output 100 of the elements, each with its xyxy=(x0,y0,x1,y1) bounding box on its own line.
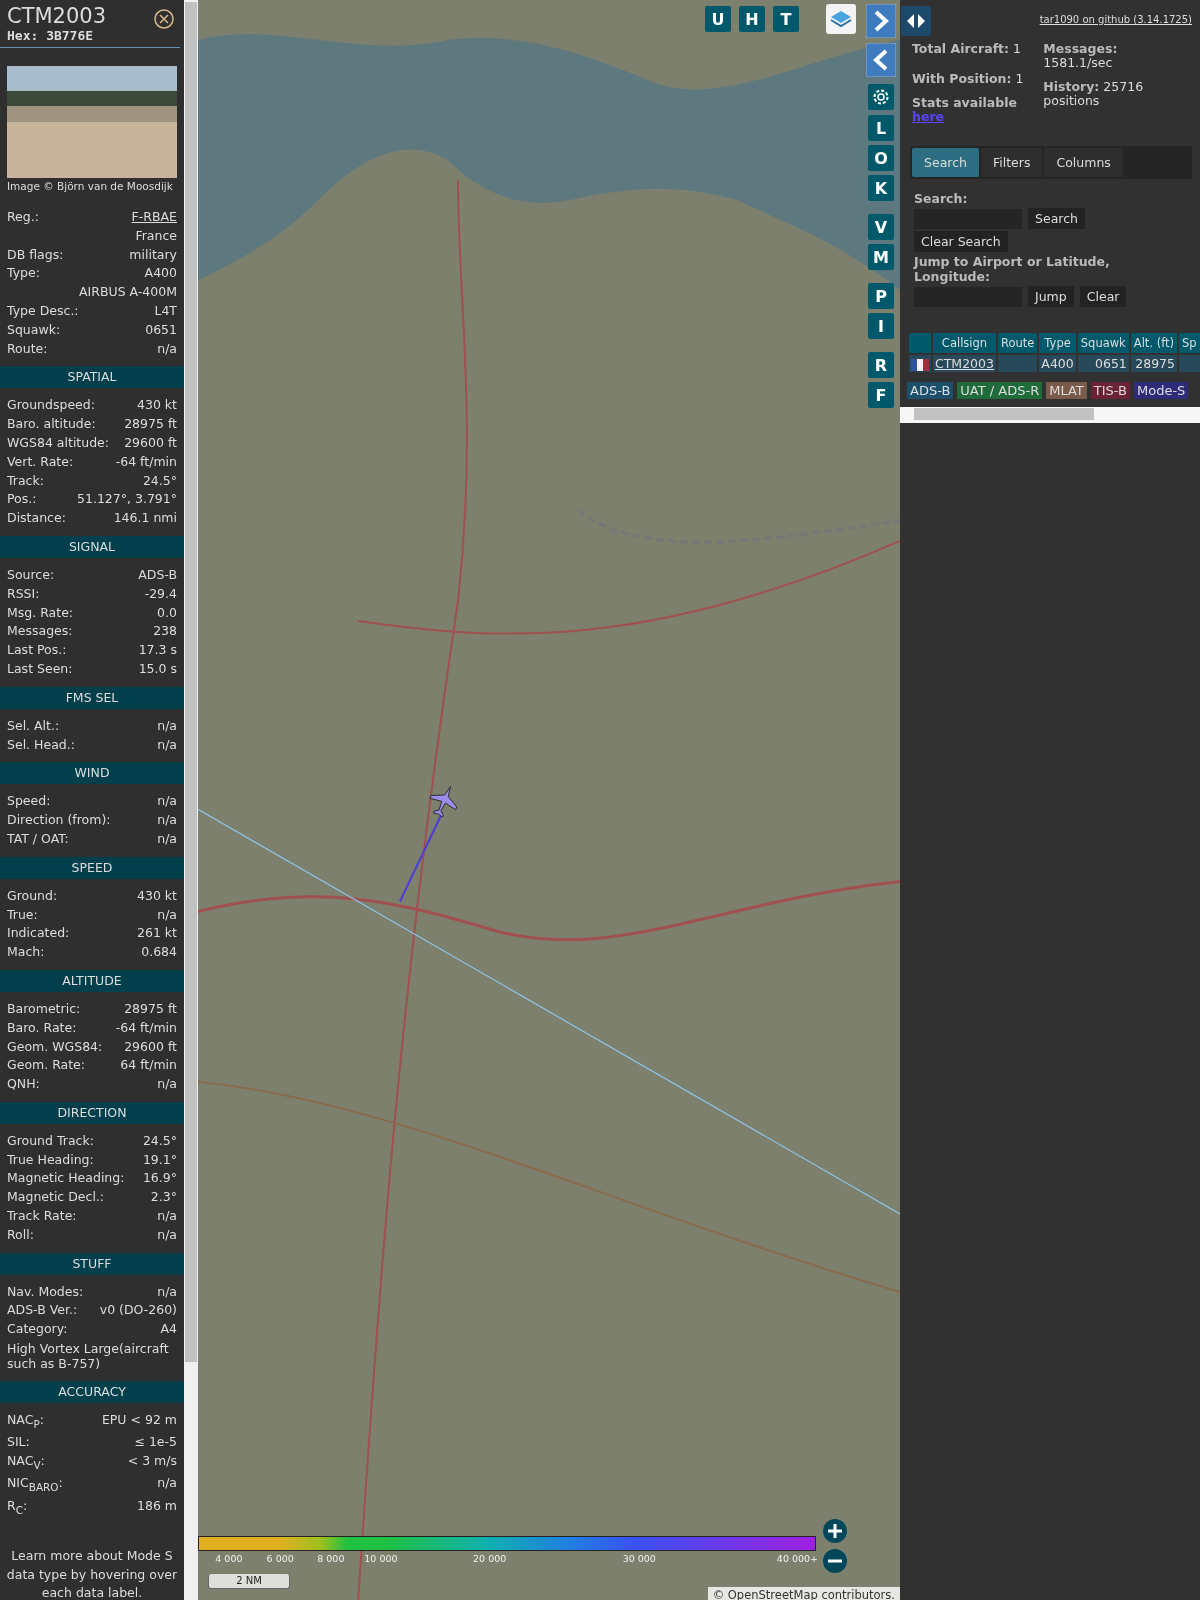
field-value: 28975 ft xyxy=(124,415,177,434)
field-label: NAC$_{V}$: xyxy=(7,1452,45,1473)
field-value: -29.4 xyxy=(144,584,177,603)
jump-button[interactable]: Jump xyxy=(1028,286,1074,307)
altitude-legend-label: 20 000 xyxy=(473,1553,507,1564)
section-header: SPATIAL xyxy=(0,366,184,389)
field-label: Nav. Modes: xyxy=(7,1282,84,1301)
field-label: Type Desc.: xyxy=(7,302,79,320)
registration-link[interactable]: F-RBAE xyxy=(131,208,177,227)
field-value: 19.1° xyxy=(142,1150,177,1169)
hex-code: Hex: 3B776E xyxy=(7,28,95,43)
field-label: Messages: xyxy=(7,622,73,641)
field-value: 28975 ft xyxy=(124,999,177,1018)
field-value: n/a xyxy=(157,1282,177,1301)
source-tag: TIS-B xyxy=(1090,382,1130,399)
column-header[interactable]: Sp xyxy=(1179,333,1200,353)
field-value: 430 kt xyxy=(137,886,177,905)
github-link[interactable]: tar1090 on github (3.14.1725) xyxy=(1039,14,1192,25)
chevron-left-icon[interactable] xyxy=(866,43,896,77)
column-header[interactable]: Callsign xyxy=(933,333,996,353)
clear-search-button[interactable]: Clear Search xyxy=(914,231,1008,252)
field-label: Ground: xyxy=(7,886,58,905)
vertical-scrollbar[interactable] xyxy=(184,0,198,1600)
field-value: n/a xyxy=(157,1207,177,1226)
column-header[interactable]: Type xyxy=(1039,333,1076,353)
field-value: A4 xyxy=(160,1320,177,1339)
chevron-right-icon[interactable] xyxy=(866,4,896,38)
map-layer-button[interactable]: O xyxy=(868,145,894,171)
zoom-out-icon[interactable] xyxy=(822,1548,848,1574)
layers-icon[interactable] xyxy=(826,4,856,34)
field-label: Track: xyxy=(7,471,44,490)
field-value: n/a xyxy=(157,735,177,754)
aircraft-icon[interactable] xyxy=(429,786,458,818)
field-value: 0.0 xyxy=(157,603,177,622)
map-layer-button[interactable]: L xyxy=(868,115,894,141)
field-value: 2.3° xyxy=(150,1188,177,1207)
scale-bar: 2 NM xyxy=(208,1574,290,1589)
field-label: Msg. Rate: xyxy=(7,603,74,622)
field-label: Mach: xyxy=(7,943,45,962)
table-cell: 0651 xyxy=(1077,355,1129,372)
map-toolbar-button[interactable]: U xyxy=(705,6,731,32)
close-icon[interactable] xyxy=(154,9,174,29)
map-toolbar-button[interactable]: H xyxy=(739,6,765,32)
field-label: Baro. Rate: xyxy=(7,1018,77,1037)
field-label: True: xyxy=(7,905,38,924)
tab[interactable]: Search xyxy=(912,148,979,177)
settings-icon[interactable] xyxy=(868,84,894,110)
field-label: DB flags: xyxy=(7,245,64,264)
clear-button[interactable]: Clear xyxy=(1079,286,1127,307)
map-layer-button[interactable]: M xyxy=(868,244,894,270)
field-label: Baro. altitude: xyxy=(7,415,96,434)
search-button[interactable]: Search xyxy=(1028,208,1085,229)
section-header: SPEED xyxy=(0,856,184,879)
field-label: Geom. Rate: xyxy=(7,1056,86,1075)
field-value: 261 kt xyxy=(137,924,177,943)
field-value: n/a xyxy=(157,1474,177,1493)
column-header[interactable]: Route xyxy=(997,333,1038,353)
column-header[interactable]: Alt. (ft) xyxy=(1130,333,1177,353)
section-header: FMS SEL xyxy=(0,686,184,709)
field-value: n/a xyxy=(157,716,177,735)
altitude-legend-label: 40 000+ xyxy=(776,1553,819,1564)
column-header[interactable]: Squawk xyxy=(1077,333,1129,353)
field-label: Sel. Head.: xyxy=(7,735,75,754)
altitude-legend-label: 4 000 xyxy=(215,1553,243,1564)
map-toolbar-button[interactable]: T xyxy=(773,6,799,32)
help-text: Learn more about Mode S data type by hovering over each data label. xyxy=(5,1547,179,1600)
map-layer-button[interactable]: I xyxy=(868,313,894,339)
tab[interactable]: Filters xyxy=(980,148,1043,177)
stat-text: With Position: 1 xyxy=(912,72,1025,86)
tab[interactable]: Columns xyxy=(1044,148,1123,177)
field-value: n/a xyxy=(157,1225,177,1244)
table-cell xyxy=(997,355,1038,372)
field-value: L4T xyxy=(154,302,177,320)
field-value: ≤ 1e-5 xyxy=(134,1433,177,1452)
altitude-legend-label: 30 000 xyxy=(622,1553,656,1564)
flag-icon xyxy=(911,358,929,371)
source-tag: ADS-B xyxy=(907,382,954,399)
map-layer-button[interactable]: R xyxy=(868,352,894,378)
map-layer-button[interactable]: V xyxy=(868,214,894,240)
section-header: ACCURACY xyxy=(0,1381,184,1404)
map-layer-button[interactable]: K xyxy=(868,175,894,201)
map-layer-button[interactable]: F xyxy=(868,382,894,408)
altitude-legend-label: 8 000 xyxy=(317,1553,345,1564)
field-label: Sel. Alt.: xyxy=(7,716,60,735)
openstreetmap-link[interactable]: OpenStreetMap xyxy=(727,1587,818,1600)
field-label: Ground Track: xyxy=(7,1131,94,1150)
expand-icon[interactable] xyxy=(901,6,931,36)
field-label: Direction (from): xyxy=(7,811,111,830)
map-layer-button[interactable]: P xyxy=(868,283,894,309)
horizontal-scrollbar[interactable] xyxy=(900,407,1200,423)
field-value: 17.3 s xyxy=(138,641,177,660)
field-label: Distance: xyxy=(7,509,66,528)
field-label: Magnetic Heading: xyxy=(7,1169,125,1188)
callsign-link[interactable]: CTM2003 xyxy=(935,356,994,371)
field-label: TAT / OAT: xyxy=(7,829,69,848)
field-label: Last Seen: xyxy=(7,659,73,678)
attribution-text: © OpenStreetMap contributors. xyxy=(712,1587,895,1600)
field-label: Indicated: xyxy=(7,924,70,943)
zoom-in-icon[interactable] xyxy=(822,1518,848,1544)
jump-label: Jump to Airport or Latitude, Longitude: xyxy=(914,254,1111,284)
